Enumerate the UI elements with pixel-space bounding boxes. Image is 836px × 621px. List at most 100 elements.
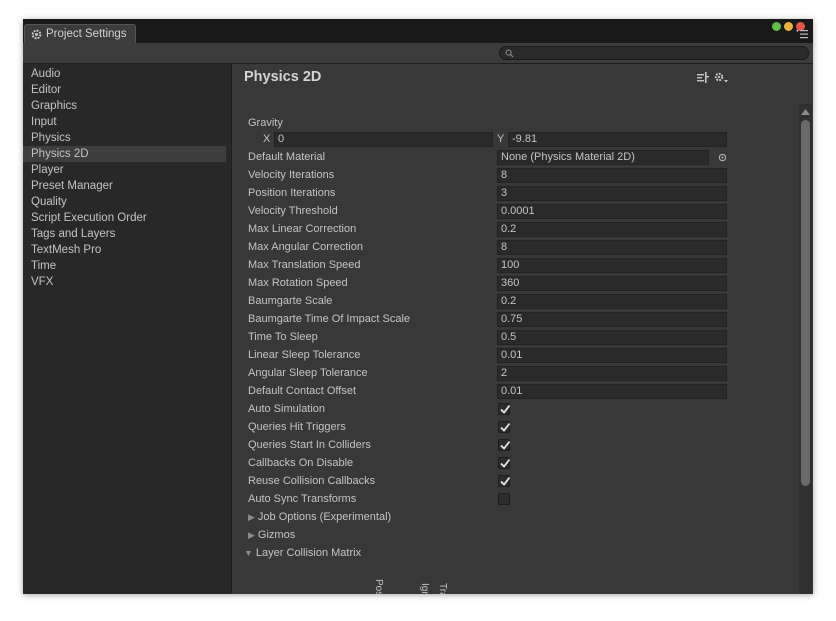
angular-sleep-tolerance-field[interactable]: 2	[497, 366, 727, 381]
settings-sidebar: Audio Editor Graphics Input Physics Physics 2…	[23, 64, 232, 594]
max-linear-correction-row: Max Linear Correction 0.2	[248, 221, 728, 239]
gravity-label: Gravity	[248, 117, 283, 129]
gravity-x-field[interactable]: 0	[274, 132, 493, 147]
auto-sync-transforms-label: Auto Sync Transforms	[248, 493, 357, 505]
callbacks-on-disable-checkbox[interactable]	[498, 457, 511, 469]
default-material-field[interactable]: None (Physics Material 2D)	[497, 150, 709, 165]
baumgarte-time-of-impact-scale-row: Baumgarte Time Of Impact Scale 0.75	[248, 311, 728, 329]
reuse-collision-callbacks-checkbox[interactable]	[498, 475, 511, 487]
checkmark-icon	[500, 476, 511, 486]
time-to-sleep-row: Time To Sleep 0.5	[248, 329, 728, 347]
default-contact-offset-label: Default Contact Offset	[248, 385, 357, 397]
baumgarte-time-of-impact-scale-field[interactable]: 0.75	[497, 312, 727, 327]
title-bar: Project Settings	[23, 19, 813, 43]
position-iterations-label: Position Iterations	[248, 187, 336, 199]
baumgarte-scale-field[interactable]: 0.2	[497, 294, 727, 309]
menu-icon[interactable]	[796, 29, 808, 39]
tab-project-settings[interactable]: Project Settings	[24, 24, 136, 43]
position-iterations-row: Position Iterations 3	[248, 185, 728, 203]
settings-gear-icon	[31, 29, 42, 39]
gravity-x-label: X	[263, 133, 271, 145]
linear-sleep-tolerance-row: Linear Sleep Tolerance 0.01	[248, 347, 728, 365]
max-linear-correction-label: Max Linear Correction	[248, 223, 357, 235]
sidebar-item-audio[interactable]: Audio	[23, 66, 226, 82]
sidebar-item-vfx[interactable]: VFX	[23, 274, 226, 290]
foldout-triangle-icon: ▼	[244, 548, 253, 558]
sidebar-item-graphics[interactable]: Graphics	[23, 98, 226, 114]
checkmark-icon	[500, 404, 511, 414]
gravity-y-field[interactable]: -9.81	[508, 132, 727, 147]
linear-sleep-tolerance-field[interactable]: 0.01	[497, 348, 727, 363]
default-contact-offset-field[interactable]: 0.01	[497, 384, 727, 399]
max-angular-correction-label: Max Angular Correction	[248, 241, 363, 253]
foldout-triangle-icon: ▶	[248, 530, 255, 540]
minimize-dot-icon[interactable]	[784, 22, 793, 31]
max-translation-speed-label: Max Translation Speed	[248, 259, 361, 271]
velocity-threshold-field[interactable]: 0.0001	[497, 204, 727, 219]
tab-label: Project Settings	[46, 28, 127, 40]
gravity-xy-row: X 0 Y -9.81	[248, 131, 728, 149]
sidebar-item-input[interactable]: Input	[23, 114, 226, 130]
sidebar-item-tags-and-layers[interactable]: Tags and Layers	[23, 226, 226, 242]
sidebar-item-quality[interactable]: Quality	[23, 194, 226, 210]
max-translation-speed-field[interactable]: 100	[497, 258, 727, 273]
velocity-iterations-label: Velocity Iterations	[248, 169, 335, 181]
settings-dropdown-icon[interactable]	[714, 72, 728, 83]
queries-hit-triggers-row: Queries Hit Triggers	[248, 419, 728, 437]
max-rotation-speed-row: Max Rotation Speed 360	[248, 275, 728, 293]
matrix-header-1: Ignor	[419, 583, 430, 594]
physics2d-panel: Physics 2D Gravity X 0 Y -9.81 Default M…	[232, 64, 813, 594]
job-options-experimental--label: Job Options (Experimental)	[257, 511, 392, 523]
queries-hit-triggers-label: Queries Hit Triggers	[248, 421, 346, 433]
sidebar-item-time[interactable]: Time	[23, 258, 226, 274]
search-icon	[505, 49, 514, 58]
baumgarte-scale-row: Baumgarte Scale 0.2	[248, 293, 728, 311]
auto-simulation-label: Auto Simulation	[248, 403, 326, 415]
time-to-sleep-label: Time To Sleep	[248, 331, 318, 343]
preset-icon[interactable]	[697, 72, 709, 83]
auto-sync-transforms-row: Auto Sync Transforms	[248, 491, 728, 509]
position-iterations-field[interactable]: 3	[497, 186, 727, 201]
time-to-sleep-field[interactable]: 0.5	[497, 330, 727, 345]
layer-collision-matrix-foldout[interactable]: ▼ Layer Collision Matrix	[244, 547, 361, 565]
queries-hit-triggers-checkbox[interactable]	[498, 421, 511, 433]
queries-start-in-colliders-checkbox[interactable]	[498, 439, 511, 451]
velocity-iterations-row: Velocity Iterations 8	[248, 167, 728, 185]
auto-simulation-checkbox[interactable]	[498, 403, 511, 415]
search-input[interactable]	[499, 46, 809, 60]
sidebar-item-player[interactable]: Player	[23, 162, 226, 178]
matrix-header-2: Trans	[437, 583, 448, 594]
velocity-iterations-field[interactable]: 8	[497, 168, 727, 183]
sidebar-item-textmesh-pro[interactable]: TextMesh Pro	[23, 242, 226, 258]
max-linear-correction-field[interactable]: 0.2	[497, 222, 727, 237]
velocity-threshold-row: Velocity Threshold 0.0001	[248, 203, 728, 221]
sidebar-item-physics-2d[interactable]: Physics 2D	[23, 146, 226, 162]
auto-simulation-row: Auto Simulation	[248, 401, 728, 419]
scroll-up-arrow-icon[interactable]	[801, 108, 810, 116]
queries-start-in-colliders-label: Queries Start In Colliders	[248, 439, 371, 451]
checkmark-icon	[500, 458, 511, 468]
gizmos-foldout[interactable]: ▶ Gizmos	[248, 529, 295, 547]
gizmos-label: Gizmos	[257, 529, 296, 541]
max-rotation-speed-field[interactable]: 360	[497, 276, 727, 291]
matrix-header-0: PostPr	[373, 579, 384, 594]
default-material-row: Default Material None (Physics Material …	[248, 149, 728, 167]
queries-start-in-colliders-row: Queries Start In Colliders	[248, 437, 728, 455]
max-rotation-speed-label: Max Rotation Speed	[248, 277, 348, 289]
auto-sync-transforms-checkbox[interactable]	[498, 493, 510, 505]
velocity-threshold-label: Velocity Threshold	[248, 205, 338, 217]
max-angular-correction-field[interactable]: 8	[497, 240, 727, 255]
default-material-label: Default Material	[248, 151, 326, 163]
maximize-dot-icon[interactable]	[772, 22, 781, 31]
scrollbar-thumb[interactable]	[801, 120, 810, 486]
sidebar-item-editor[interactable]: Editor	[23, 82, 226, 98]
sidebar-item-preset-manager[interactable]: Preset Manager	[23, 178, 226, 194]
baumgarte-scale-label: Baumgarte Scale	[248, 295, 333, 307]
reuse-collision-callbacks-row: Reuse Collision Callbacks	[248, 473, 728, 491]
callbacks-on-disable-label: Callbacks On Disable	[248, 457, 354, 469]
sidebar-item-script-execution-order[interactable]: Script Execution Order	[23, 210, 226, 226]
gravity-y-label: Y	[497, 133, 505, 145]
job-options-experimental--foldout[interactable]: ▶ Job Options (Experimental)	[248, 511, 391, 529]
object-picker-icon[interactable]	[718, 153, 727, 162]
sidebar-item-physics[interactable]: Physics	[23, 130, 226, 146]
